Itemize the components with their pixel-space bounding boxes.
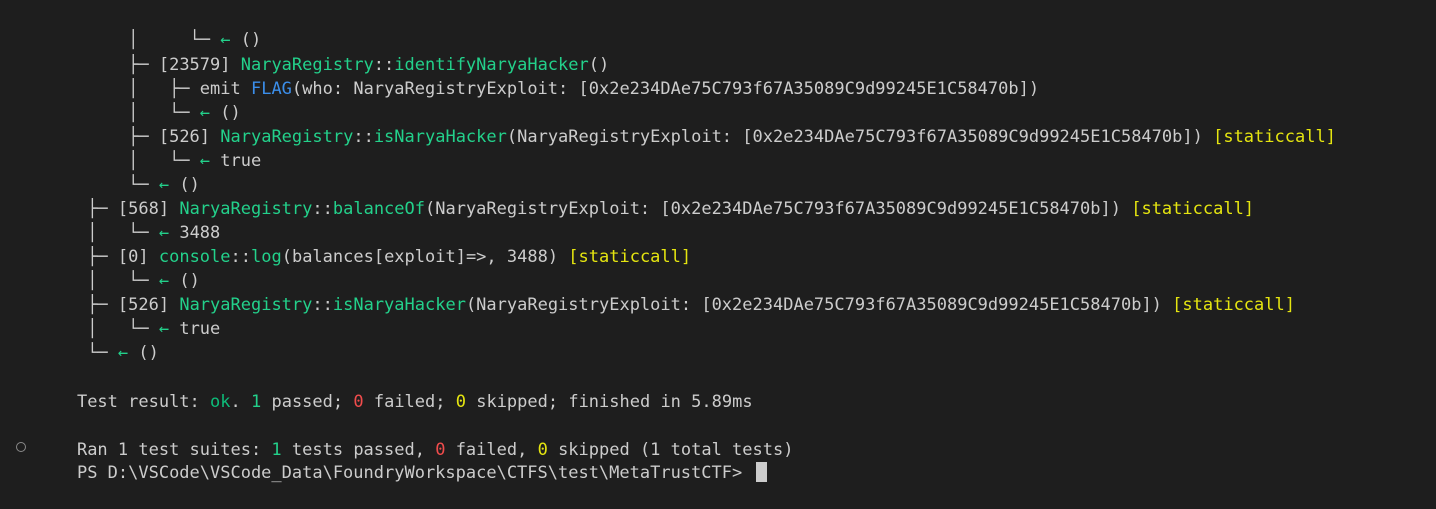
trace-line: │ └─ ← () [76,30,262,50]
return-arrow: ← [117,343,139,363]
trace-emit-line: │ ├─ emit FLAG(who: NaryaRegistryExploit… [76,79,1040,99]
cursor[interactable] [756,462,768,482]
function-name: balanceOf [332,199,425,219]
return-arrow: ← [199,151,221,171]
passed-count: 1 [250,392,262,412]
trace-line: └─ ← () [76,175,200,195]
skipped-count: 0 [455,392,466,412]
terminal-panel[interactable]: │ └─ ← () ├─ [23579] NaryaRegistry::iden… [0,0,1436,483]
trace-line: │ └─ ← true [76,319,221,339]
staticcall-tag: [staticcall] [1131,199,1255,219]
function-name: isNaryaHacker [373,127,507,147]
return-arrow: ← [158,319,180,339]
test-result-line: Test result: ok. 1 passed; 0 failed; 0 s… [76,392,753,412]
trace-line: │ └─ ← () [76,271,200,291]
ok-status: ok [210,392,231,412]
staticcall-tag: [staticcall] [1213,127,1336,147]
summary-line: Ran 1 test suites: 1 tests passed, 0 fai… [76,440,794,460]
trace-call-line: ├─ [23579] NaryaRegistry::identifyNaryaH… [76,55,610,75]
trace-call-line: ├─ [526] NaryaRegistry::isNaryaHacker(Na… [76,295,1295,315]
trace-call-line: ├─ [526] NaryaRegistry::isNaryaHacker(Na… [76,127,1336,147]
trace-line: └─ ← () [76,343,159,363]
staticcall-tag: [staticcall] [1172,295,1295,315]
event-name: FLAG [250,79,292,99]
trace-line: │ └─ ← () [76,103,241,123]
function-name: isNaryaHacker [332,295,466,315]
prompt-line[interactable]: PS D:\VSCode\VSCode_Data\FoundryWorkspac… [36,437,768,483]
failed-count: 0 [353,392,364,412]
trace-line: │ └─ ← true [76,151,262,171]
trace-call-line: ├─ [0] console::log(balances[exploit]=>,… [76,247,692,267]
command-decoration-icon[interactable] [16,442,26,452]
function-name: log [251,247,282,267]
staticcall-tag: [staticcall] [568,247,692,267]
prompt-text: PS D:\VSCode\VSCode_Data\FoundryWorkspac… [76,463,753,483]
trace-line: │ └─ ← 3488 [76,223,221,243]
trace-call-line: ├─ [568] NaryaRegistry::balanceOf(NaryaR… [76,199,1255,219]
